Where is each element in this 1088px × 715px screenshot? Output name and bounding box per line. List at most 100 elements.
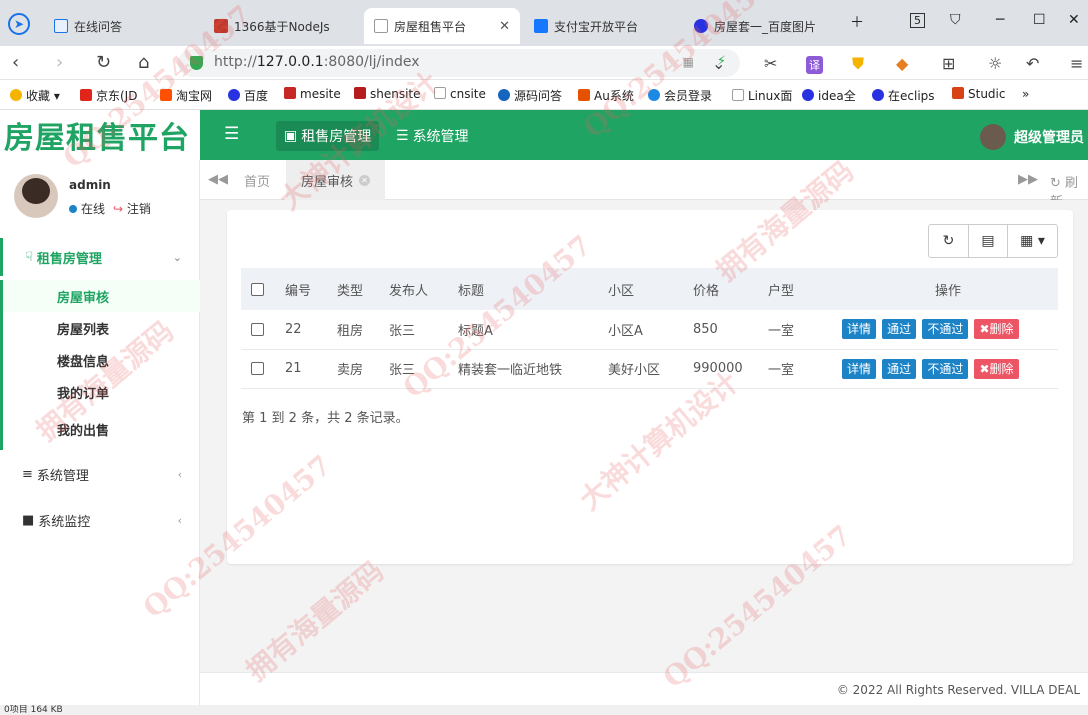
bookmark-item[interactable]: 百度: [228, 87, 268, 104]
close-window-icon[interactable]: ✕: [1068, 12, 1080, 28]
scissors-icon[interactable]: ✂: [764, 54, 777, 73]
reject-button[interactable]: 不通过: [922, 319, 969, 340]
detail-button[interactable]: 详情: [842, 319, 877, 340]
minimize-icon[interactable]: ─: [996, 12, 1004, 28]
url-bar[interactable]: http://127.0.0.1:8080/lj/index ▦ ⚡: [178, 49, 740, 77]
main-content: ↻ ▤ ▦ ▾ 编号 类型 发布人 标题 小区 价格 户型 操作 22 租房 张…: [200, 200, 1088, 672]
avatar: [14, 174, 58, 218]
close-tab-icon[interactable]: ✕: [359, 174, 371, 186]
more-bookmarks-icon[interactable]: »: [1022, 87, 1029, 101]
online-dot-icon: [69, 205, 77, 213]
detail-button[interactable]: 详情: [842, 358, 877, 379]
col-type: 类型: [327, 268, 379, 310]
shirt-icon[interactable]: ⛉: [950, 12, 961, 28]
refresh-icon[interactable]: ↻: [929, 225, 968, 257]
col-community: 小区: [598, 268, 683, 310]
maximize-icon[interactable]: ☐: [1033, 12, 1046, 28]
chevron-down-icon[interactable]: ⌄: [712, 54, 725, 73]
undo-icon[interactable]: ↶: [1026, 54, 1039, 73]
sidebar-item-my-sales[interactable]: 我的出售: [0, 408, 200, 450]
bookmark-item[interactable]: shensite: [354, 87, 421, 101]
bookmark-item[interactable]: Linux面: [732, 87, 792, 104]
chevron-down-icon: ⌄: [172, 250, 182, 264]
apps-grid-icon[interactable]: ⊞: [942, 54, 955, 73]
approve-button[interactable]: 通过: [882, 319, 917, 340]
browser-logo-icon[interactable]: ➤: [8, 13, 30, 35]
bookmark-item[interactable]: 源码问答: [498, 87, 562, 104]
new-tab-icon[interactable]: ＋: [850, 12, 864, 32]
browser-tab-5[interactable]: 房屋套一_百度图片: [684, 8, 839, 44]
admin-menu[interactable]: 超级管理员: [980, 124, 1084, 150]
page-tab-bar: ◀◀ 首页 房屋审核✕ ▶▶ ↻ 刷新: [200, 160, 1088, 210]
scroll-right-icon[interactable]: ▶▶: [1018, 172, 1038, 187]
hamburger-icon[interactable]: ☰: [224, 124, 239, 144]
browser-tab-1[interactable]: 在线问答: [44, 8, 199, 44]
bookmark-item[interactable]: Au系统: [578, 87, 634, 104]
bookmark-item[interactable]: 收藏 ▾: [10, 87, 60, 104]
reject-button[interactable]: 不通过: [922, 358, 969, 379]
tab-favicon-icon: [534, 19, 548, 33]
card-view-icon[interactable]: ▤: [968, 225, 1007, 257]
brand-title: 房屋租售平台: [4, 121, 190, 156]
hand-icon: ☟: [25, 249, 33, 265]
sidebar-group-rent[interactable]: ☟ 租售房管理 ⌄: [0, 238, 200, 276]
topnav-rent-management[interactable]: ▣ 租售房管理: [276, 121, 380, 151]
bookmark-item[interactable]: idea全: [802, 87, 856, 104]
tab-house-review[interactable]: 房屋审核 ✕: [286, 160, 386, 200]
sidebar-item-my-orders[interactable]: 我的订单: [0, 376, 200, 408]
qr-code-icon[interactable]: ▦: [683, 55, 694, 69]
back-icon[interactable]: ‹: [12, 52, 19, 73]
cell-price: 990000: [683, 349, 758, 389]
row-checkbox[interactable]: [251, 322, 264, 336]
select-all-checkbox[interactable]: [251, 282, 264, 296]
col-publisher: 发布人: [379, 268, 448, 310]
browser-tab-4[interactable]: 支付宝开放平台: [524, 8, 679, 44]
tab-home[interactable]: 首页: [229, 160, 285, 200]
menu-icon[interactable]: ≡: [1070, 54, 1083, 73]
columns-dropdown-icon[interactable]: ▦ ▾: [1007, 225, 1057, 257]
fox-extension-icon[interactable]: ◆: [896, 54, 908, 73]
page-icon: [732, 89, 744, 101]
bookmark-item[interactable]: cnsite: [434, 87, 486, 101]
tab-count-badge[interactable]: 5: [910, 13, 925, 28]
studio-icon: [952, 87, 964, 99]
bookmark-item[interactable]: 淘宝网: [160, 87, 212, 104]
mesite-icon: [284, 87, 296, 99]
browser-tab-active[interactable]: 房屋租售平台 ✕: [364, 8, 520, 44]
cell-publisher: 张三: [379, 349, 448, 389]
home-icon[interactable]: ⌂: [138, 52, 149, 73]
topnav-system-management[interactable]: ☰ 系统管理: [388, 121, 477, 151]
delete-button[interactable]: ✖删除: [974, 319, 1019, 340]
forward-icon[interactable]: ›: [56, 52, 63, 73]
scroll-left-icon[interactable]: ◀◀: [208, 172, 228, 187]
bookmark-item[interactable]: 在eclips: [872, 87, 935, 104]
close-tab-icon[interactable]: ✕: [499, 19, 510, 34]
security-shield-icon: [190, 56, 203, 70]
sidebar-group-monitor[interactable]: ■ 系统监控 ‹: [0, 502, 200, 538]
table-row: 22 租房 张三 标题A 小区A 850 一室 详情 通过 不通过 ✖删除: [241, 310, 1058, 350]
shield-extension-icon[interactable]: ⛊: [852, 54, 864, 74]
sidebar-group-system[interactable]: ≡ 系统管理 ‹: [0, 456, 200, 492]
bookmark-item[interactable]: 京东(JD: [80, 87, 137, 104]
sidebar-item-house-review[interactable]: 房屋审核: [0, 280, 200, 312]
bookmark-item[interactable]: Studic: [952, 87, 1005, 101]
user-status: 在线 ↪ 注销: [69, 200, 151, 217]
browser-tab-label: 房屋租售平台: [394, 19, 467, 34]
logout-link[interactable]: 注销: [127, 202, 151, 216]
bookmark-item[interactable]: 会员登录: [648, 87, 712, 104]
sidebar-item-building-info[interactable]: 楼盘信息: [0, 344, 200, 376]
house-review-table: 编号 类型 发布人 标题 小区 价格 户型 操作 22 租房 张三 标题A 小区…: [241, 268, 1058, 389]
translate-icon[interactable]: 译: [806, 56, 823, 74]
browser-tab-2[interactable]: 1366基于NodeJs: [204, 8, 359, 44]
brightness-icon[interactable]: ☼: [988, 54, 1002, 73]
bookmark-item[interactable]: mesite: [284, 87, 341, 101]
cell-layout: 一室: [758, 310, 838, 350]
approve-button[interactable]: 通过: [882, 358, 917, 379]
row-checkbox[interactable]: [251, 362, 264, 375]
cell-community: 小区A: [598, 310, 683, 350]
delete-button[interactable]: ✖删除: [974, 358, 1019, 379]
page-footer: © 2022 All Rights Reserved. VILLA DEAL: [200, 672, 1088, 705]
reload-icon[interactable]: ↻: [96, 52, 111, 73]
sidebar-item-house-list[interactable]: 房屋列表: [0, 312, 200, 344]
logout-icon[interactable]: ↪: [113, 202, 123, 216]
